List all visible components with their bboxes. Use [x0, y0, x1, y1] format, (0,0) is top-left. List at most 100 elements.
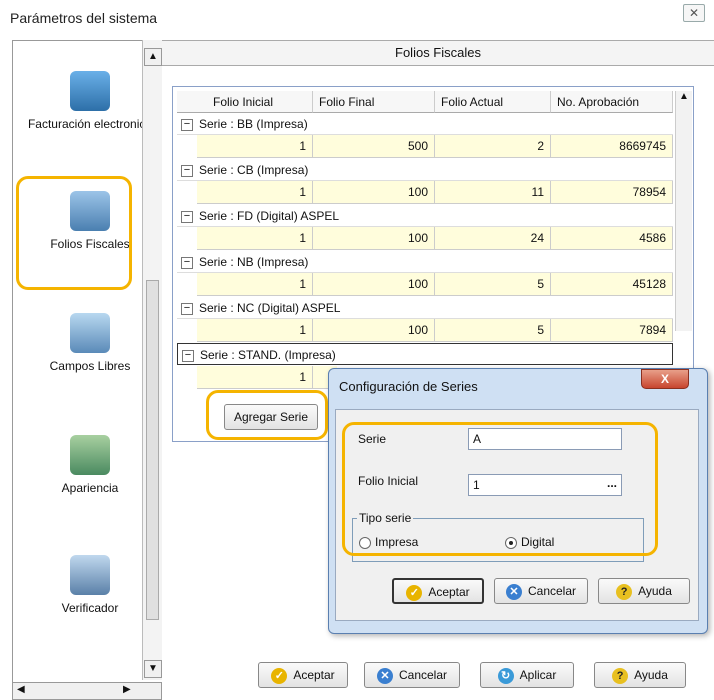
table-row[interactable]: 1 100 5 7894	[197, 319, 673, 342]
collapse-icon[interactable]: −	[182, 349, 194, 362]
cell-aprobacion: 78954	[551, 181, 673, 204]
series-label: Serie : STAND. (Impresa)	[200, 348, 336, 362]
column-header[interactable]: Folio Actual	[435, 91, 551, 113]
scroll-right-icon[interactable]: ▶	[123, 684, 131, 695]
apply-icon: ↻	[497, 667, 514, 684]
cell-folio-final: 100	[313, 227, 435, 250]
cell-folio-actual: 24	[435, 227, 551, 250]
table-row[interactable]: 1 100 11 78954	[197, 181, 673, 204]
cell-folio-inicial: 1	[197, 181, 313, 204]
window-title: Parámetros del sistema	[10, 10, 158, 26]
section-header: Folios Fiscales	[162, 40, 714, 66]
cancel-icon: ✕	[376, 667, 393, 684]
column-header[interactable]: Folio Inicial	[177, 91, 313, 113]
sidebar-item-campos[interactable]: Campos Libres	[27, 313, 153, 373]
help-button[interactable]: ? Ayuda	[594, 662, 686, 688]
add-series-button[interactable]: Agregar Serie	[224, 404, 318, 430]
sidebar: Facturación electronica Folios Fiscales …	[12, 40, 162, 700]
cancel-label: Cancelar	[398, 668, 448, 682]
appearance-icon	[70, 435, 110, 475]
cell-folio-inicial: 1	[197, 227, 313, 250]
cell-folio-inicial: 1	[197, 135, 313, 158]
series-group[interactable]: − Serie : NC (Digital) ASPEL	[177, 297, 673, 319]
cell-folio-final: 500	[313, 135, 435, 158]
series-group[interactable]: − Serie : BB (Impresa)	[177, 113, 673, 135]
sidebar-item-label: Verificador	[61, 601, 119, 615]
cell-aprobacion: 8669745	[551, 135, 673, 158]
series-label: Serie : FD (Digital) ASPEL	[199, 209, 340, 223]
sidebar-vscrollbar[interactable]: ▲ ▼	[142, 40, 162, 680]
collapse-icon[interactable]: −	[181, 118, 193, 131]
fields-icon	[70, 313, 110, 353]
scroll-left-icon[interactable]: ◀	[17, 684, 25, 695]
sidebar-item-label: Facturación electronica	[27, 117, 153, 131]
series-label: Serie : NC (Digital) ASPEL	[199, 301, 341, 315]
cell-folio-actual: 5	[435, 273, 551, 296]
check-icon: ✓	[406, 584, 423, 601]
table-row[interactable]: 1	[197, 366, 337, 389]
sidebar-item-label: Campos Libres	[49, 359, 131, 373]
cell-folio-final: 100	[313, 273, 435, 296]
scroll-up-icon[interactable]: ▲	[676, 91, 692, 102]
dialog-cancel-button[interactable]: ✕ Cancelar	[494, 578, 588, 604]
cell-folio-inicial: 1	[197, 366, 313, 389]
series-label: Serie : BB (Impresa)	[199, 117, 308, 131]
highlight-dialog-fields	[342, 422, 658, 556]
cancel-icon: ✕	[505, 583, 522, 600]
column-header[interactable]: Folio Final	[313, 91, 435, 113]
cell-aprobacion: 45128	[551, 273, 673, 296]
series-label: Serie : CB (Impresa)	[199, 163, 309, 177]
series-label: Serie : NB (Impresa)	[199, 255, 309, 269]
dialog-close-button[interactable]: X	[641, 369, 689, 389]
cell-aprobacion: 7894	[551, 319, 673, 342]
dialog-title: Configuración de Series	[339, 379, 478, 394]
highlight-folios	[16, 176, 132, 290]
collapse-icon[interactable]: −	[181, 302, 193, 315]
help-icon: ?	[612, 667, 629, 684]
scroll-thumb[interactable]	[146, 280, 159, 620]
series-group[interactable]: − Serie : FD (Digital) ASPEL	[177, 205, 673, 227]
series-group[interactable]: − Serie : NB (Impresa)	[177, 251, 673, 273]
scroll-down-icon[interactable]: ▼	[144, 660, 162, 678]
grid-vscrollbar[interactable]: ▲	[675, 91, 692, 331]
dialog-accept-label: Aceptar	[428, 585, 470, 599]
apply-button[interactable]: ↻ Aplicar	[480, 662, 574, 688]
cancel-button[interactable]: ✕ Cancelar	[364, 662, 460, 688]
dialog-help-button[interactable]: ? Ayuda	[598, 578, 690, 604]
help-label: Ayuda	[634, 668, 668, 682]
cell-folio-actual: 5	[435, 319, 551, 342]
table-row[interactable]: 1 100 5 45128	[197, 273, 673, 296]
column-header[interactable]: No. Aprobación	[551, 91, 673, 113]
invoice-monitor-icon	[70, 71, 110, 111]
collapse-icon[interactable]: −	[181, 210, 193, 223]
cell-folio-final: 100	[313, 319, 435, 342]
cell-folio-final: 100	[313, 181, 435, 204]
accept-button[interactable]: ✓ Aceptar	[258, 662, 348, 688]
cell-folio-inicial: 1	[197, 273, 313, 296]
table-row[interactable]: 1 100 24 4586	[197, 227, 673, 250]
cell-folio-actual: 11	[435, 181, 551, 204]
accept-label: Aceptar	[293, 668, 335, 682]
collapse-icon[interactable]: −	[181, 256, 193, 269]
collapse-icon[interactable]: −	[181, 164, 193, 177]
cell-aprobacion: 4586	[551, 227, 673, 250]
sidebar-item-apariencia[interactable]: Apariencia	[27, 435, 153, 495]
sidebar-item-verificador[interactable]: Verificador	[27, 555, 153, 615]
series-group[interactable]: − Serie : CB (Impresa)	[177, 159, 673, 181]
apply-label: Aplicar	[519, 668, 557, 682]
dialog-accept-button[interactable]: ✓ Aceptar	[392, 578, 484, 604]
window-close-button[interactable]: ✕	[683, 4, 705, 22]
series-group-selected[interactable]: − Serie : STAND. (Impresa)	[177, 343, 673, 365]
dialog-cancel-label: Cancelar	[527, 584, 577, 598]
sidebar-item-facturacion[interactable]: Facturación electronica	[27, 71, 153, 131]
cell-folio-inicial: 1	[197, 319, 313, 342]
scroll-up-icon[interactable]: ▲	[144, 48, 162, 66]
cell-folio-actual: 2	[435, 135, 551, 158]
table-row[interactable]: 1 500 2 8669745	[197, 135, 673, 158]
sidebar-hscrollbar[interactable]: ◀ ▶	[12, 682, 162, 700]
dialog-help-label: Ayuda	[638, 584, 672, 598]
check-icon: ✓	[271, 667, 288, 684]
verifier-icon	[70, 555, 110, 595]
help-icon: ?	[616, 583, 633, 600]
sidebar-item-label: Apariencia	[61, 481, 119, 495]
